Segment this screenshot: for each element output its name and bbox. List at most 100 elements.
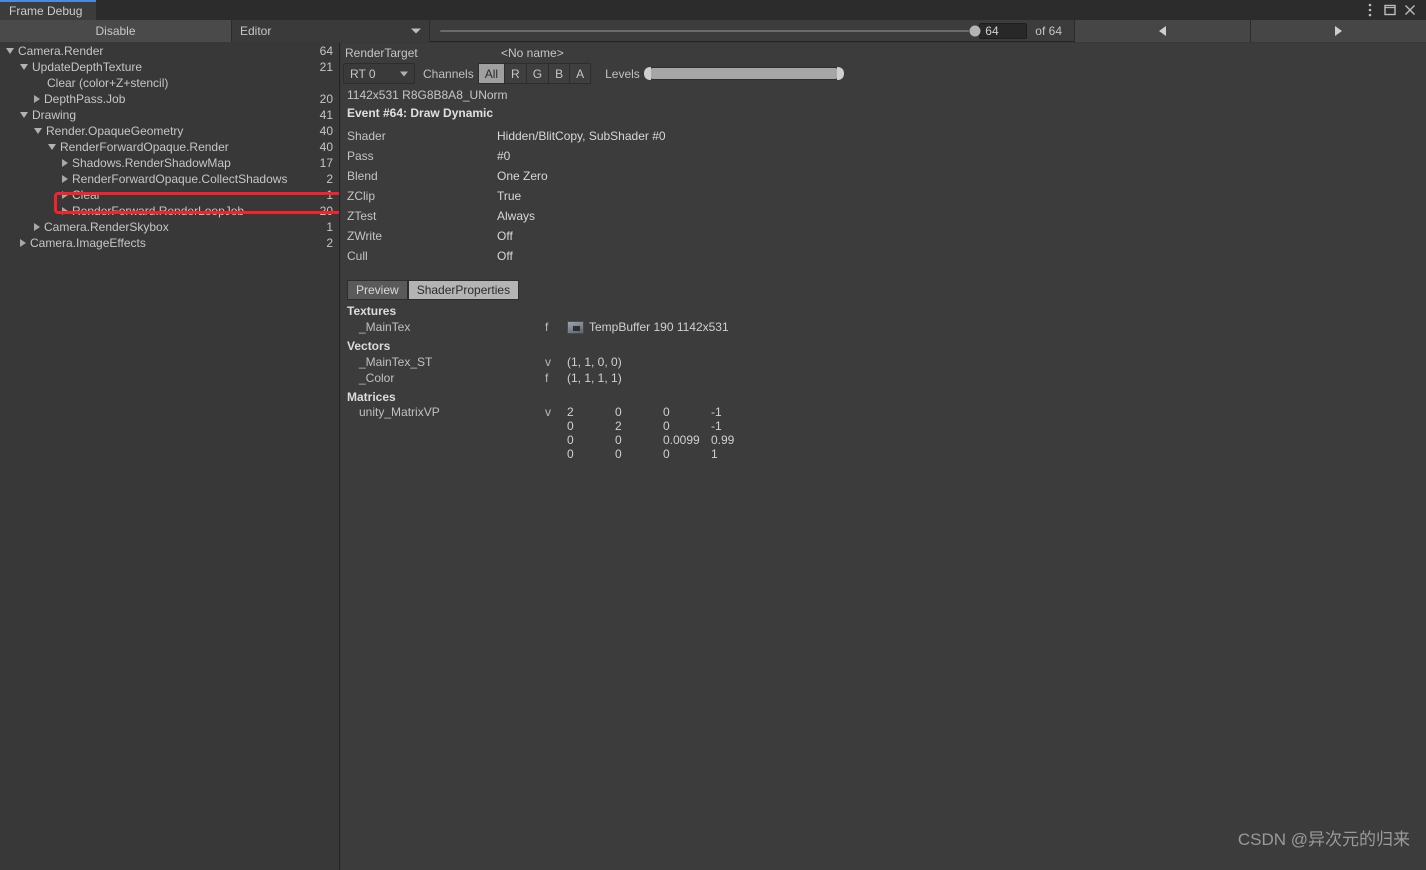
channel-button-g[interactable]: G bbox=[526, 63, 550, 84]
chevron-down-icon[interactable] bbox=[20, 64, 28, 70]
tree-row[interactable]: Render.OpaqueGeometry 40 bbox=[0, 123, 339, 139]
tree-row[interactable]: RenderForwardOpaque.Render 40 bbox=[0, 139, 339, 155]
vectors-section-title: Vectors bbox=[347, 339, 391, 353]
tab-shaderproperties[interactable]: ShaderProperties bbox=[407, 280, 520, 300]
frame-debugger-window: Frame Debug Disable Editor 64 of 64 Came… bbox=[0, 0, 1426, 870]
tree-row-label: UpdateDepthTexture bbox=[32, 60, 143, 74]
vector-value: (1, 1, 0, 0) bbox=[567, 355, 622, 369]
prev-event-button[interactable] bbox=[1074, 20, 1250, 42]
texture-type: f bbox=[545, 320, 549, 334]
levels-min-handle[interactable] bbox=[643, 67, 651, 80]
maximize-icon[interactable] bbox=[1380, 0, 1400, 20]
tree-row[interactable]: Camera.ImageEffects 2 bbox=[0, 235, 339, 251]
render-target-name: <No name> bbox=[501, 46, 564, 60]
matrix-cell: 0 bbox=[567, 433, 574, 447]
chevron-down-icon[interactable] bbox=[48, 144, 56, 150]
event-slider[interactable] bbox=[434, 20, 981, 42]
chevron-right-icon[interactable] bbox=[62, 175, 68, 183]
target-select[interactable]: Editor bbox=[232, 20, 430, 42]
event-number-value: 64 bbox=[985, 23, 999, 38]
chevron-right-icon[interactable] bbox=[62, 191, 68, 199]
chevron-right-icon[interactable] bbox=[62, 159, 68, 167]
textures-list: _MainTex f TempBuffer 190 1142x531 bbox=[341, 319, 1426, 335]
matrix-cell: 2 bbox=[615, 419, 622, 433]
tree-row[interactable]: Clear 1 bbox=[0, 187, 339, 203]
render-state-key: ZClip bbox=[347, 189, 376, 203]
tab-bar-filler bbox=[96, 0, 1360, 20]
tree-row[interactable]: Camera.Render 64 bbox=[0, 43, 339, 59]
chevron-right-icon[interactable] bbox=[20, 239, 26, 247]
channel-button-a[interactable]: A bbox=[570, 63, 592, 84]
matrix-row: unity_MatrixVP v 2 0 0 -1 0 2 0 -1 0 0 0.0099 0.99 0 0 0… bbox=[341, 405, 1426, 461]
next-event-button[interactable] bbox=[1250, 20, 1426, 42]
tree-row[interactable]: Drawing 41 bbox=[0, 107, 339, 123]
matrix-cell: 0 bbox=[615, 447, 622, 461]
disable-button-label: Disable bbox=[95, 24, 136, 38]
chevron-right-icon[interactable] bbox=[34, 223, 40, 231]
arrow-left-icon bbox=[1159, 26, 1166, 36]
tree-row-label: Shadows.RenderShadowMap bbox=[72, 156, 231, 170]
vector-type: f bbox=[545, 371, 549, 385]
vector-type: v bbox=[545, 355, 551, 369]
chevron-down-icon[interactable] bbox=[6, 48, 14, 54]
tree-row[interactable]: UpdateDepthTexture 21 bbox=[0, 59, 339, 75]
render-state-row: Pass #0 bbox=[341, 146, 1426, 166]
tree-row-label: Clear bbox=[72, 188, 101, 202]
texture-value: TempBuffer 190 1142x531 bbox=[567, 320, 729, 334]
vector-name: _MainTex_ST bbox=[359, 355, 433, 369]
tab-preview[interactable]: Preview bbox=[347, 280, 408, 300]
tab-frame-debug[interactable]: Frame Debug bbox=[0, 0, 96, 20]
render-state-value: Hidden/BlitCopy, SubShader #0 bbox=[497, 129, 666, 143]
textures-section-title: Textures bbox=[347, 304, 397, 318]
tree-row-count: 64 bbox=[319, 44, 333, 58]
render-state-row: ZWrite Off bbox=[341, 226, 1426, 246]
tree-row[interactable]: Camera.RenderSkybox 1 bbox=[0, 219, 339, 235]
chevron-down-icon[interactable] bbox=[20, 112, 28, 118]
levels-control: Levels bbox=[605, 63, 844, 84]
levels-range-slider[interactable] bbox=[643, 67, 844, 80]
render-state-row: ZClip True bbox=[341, 186, 1426, 206]
channel-toggle-group: Channels All R G B A bbox=[419, 63, 592, 84]
tree-row[interactable]: RenderForward.RenderLoopJob 20 bbox=[0, 203, 339, 219]
channel-button-r[interactable]: R bbox=[505, 63, 527, 84]
chevron-right-icon[interactable] bbox=[34, 95, 40, 103]
tree-row-count: 2 bbox=[326, 172, 333, 186]
event-tree-panel[interactable]: Camera.Render 64 UpdateDepthTexture 21 Clear… bbox=[0, 43, 340, 870]
tree-row-label: Camera.ImageEffects bbox=[30, 236, 146, 250]
matrix-cell: 1 bbox=[711, 447, 718, 461]
event-number-input[interactable]: 64 bbox=[979, 22, 1028, 39]
disable-button[interactable]: Disable bbox=[0, 20, 232, 42]
tab-frame-debug-label: Frame Debug bbox=[9, 4, 83, 18]
matrix-cell: 0.99 bbox=[711, 433, 735, 447]
matrix-name: unity_MatrixVP bbox=[359, 405, 440, 419]
tree-row-count: 2 bbox=[326, 236, 333, 250]
texture-thumbnail-icon[interactable] bbox=[567, 320, 584, 334]
target-select-value: Editor bbox=[240, 24, 272, 38]
close-icon[interactable] bbox=[1400, 0, 1420, 20]
tree-row[interactable]: DepthPass.Job 20 bbox=[0, 91, 339, 107]
texture-value-label: TempBuffer 190 1142x531 bbox=[589, 320, 729, 334]
rt-index-select[interactable]: RT 0 bbox=[343, 63, 415, 84]
tree-row[interactable]: Clear (color+Z+stencil) bbox=[0, 75, 339, 91]
channel-button-all[interactable]: All bbox=[477, 63, 506, 84]
levels-max-handle[interactable] bbox=[836, 67, 844, 80]
tree-row[interactable]: Shadows.RenderShadowMap 17 bbox=[0, 155, 339, 171]
tree-row-count: 40 bbox=[319, 124, 333, 138]
render-state-value: Off bbox=[497, 229, 513, 243]
tree-row[interactable]: RenderForwardOpaque.CollectShadows 2 bbox=[0, 171, 339, 187]
event-detail-panel: RenderTarget <No name> RT 0 Channels All… bbox=[341, 43, 1426, 870]
kebab-menu-icon[interactable] bbox=[1360, 0, 1380, 20]
event-slider-knob[interactable] bbox=[969, 25, 981, 36]
chevron-down-icon[interactable] bbox=[34, 128, 42, 134]
matrix-cell: 0 bbox=[615, 433, 622, 447]
rt-index-value: RT 0 bbox=[350, 66, 376, 81]
matrix-cell: 0 bbox=[567, 419, 574, 433]
matrix-cell: 0 bbox=[663, 419, 670, 433]
levels-label: Levels bbox=[605, 66, 640, 81]
render-state-row: ZTest Always bbox=[341, 206, 1426, 226]
chevron-right-icon[interactable] bbox=[62, 207, 68, 215]
channel-button-b[interactable]: B bbox=[549, 63, 571, 84]
detail-view-tabs: Preview ShaderProperties bbox=[347, 280, 1426, 300]
texture-name: _MainTex bbox=[359, 320, 411, 334]
matrix-line: 0 2 0 -1 bbox=[567, 419, 759, 433]
